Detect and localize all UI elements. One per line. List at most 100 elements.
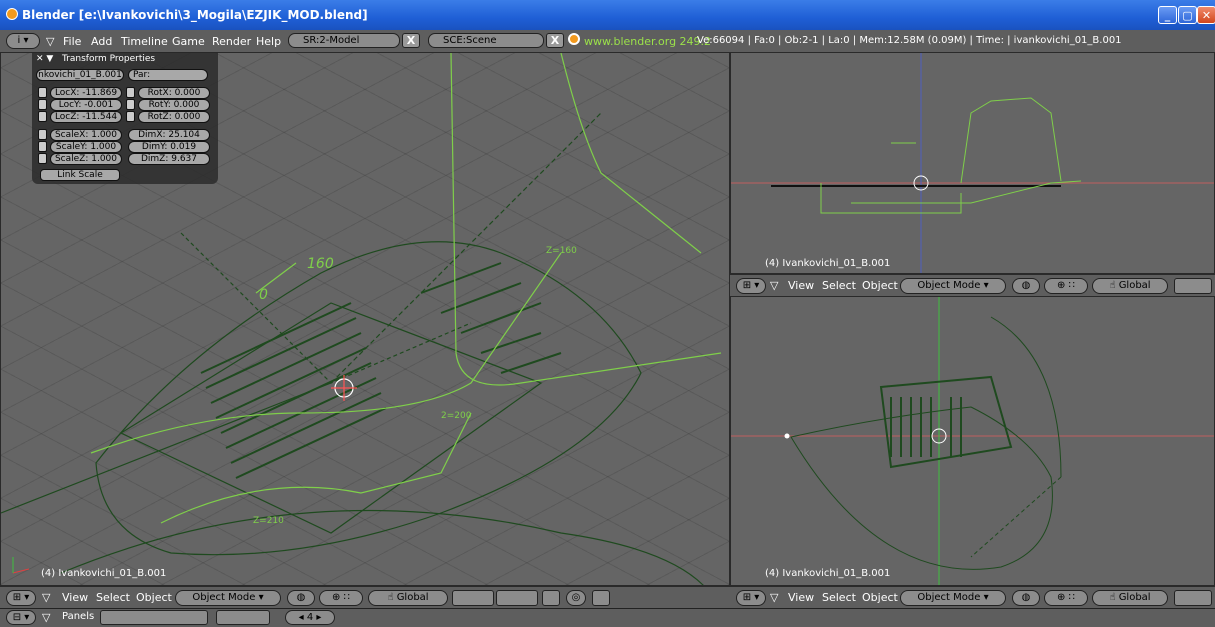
layer-buttons[interactable] [496, 590, 538, 606]
axis-gizmo-icon [12, 557, 30, 574]
proportional-edit-icon[interactable]: ◎ [566, 590, 586, 606]
orientation-selector[interactable]: ☝ Global [1092, 590, 1168, 606]
scene-stats: Ve:66094 | Fa:0 | Ob:2-1 | La:0 | Mem:12… [697, 35, 1122, 46]
buttons-window-header: ⊟ ▾ ▽ Panels ◂ 4 ▸ [0, 608, 1215, 627]
rot-z-field[interactable]: RotZ: 0.000 [138, 111, 210, 123]
collapse-menu-icon[interactable]: ▽ [42, 611, 50, 624]
layer-buttons[interactable] [1174, 590, 1212, 606]
dim-label: Z=160 [546, 246, 577, 256]
draw-type-button[interactable]: ◍ [1012, 590, 1040, 606]
lock-icon[interactable] [38, 111, 47, 122]
dim-label: 0 [259, 287, 268, 303]
editor-type-button[interactable]: ⊟ ▾ [6, 610, 36, 625]
object-label: (4) Ivankovichi_01_B.001 [765, 568, 891, 579]
mode-selector[interactable]: Object Mode ▾ [900, 278, 1006, 294]
menu-help[interactable]: Help [256, 35, 281, 48]
blender-icon [568, 33, 580, 45]
blender-logo-icon [6, 8, 18, 20]
minimize-button[interactable]: _ [1158, 6, 1177, 24]
subcontext-buttons[interactable] [216, 610, 270, 625]
lock-icon[interactable] [38, 153, 47, 164]
scene-selector[interactable]: SCE:Scene [428, 33, 544, 48]
rot-x-field[interactable]: RotX: 0.000 [138, 87, 210, 99]
collapse-menu-icon[interactable]: ▽ [770, 279, 778, 292]
menu-object[interactable]: Object [136, 591, 172, 604]
lock-icon[interactable] [126, 111, 135, 122]
maximize-button[interactable]: ▢ [1178, 6, 1197, 24]
front-wireframe-drawing [731, 53, 1214, 273]
dim-label: 160 [307, 256, 334, 272]
editor-type-button[interactable]: ⊞ ▾ [6, 590, 36, 606]
loc-x-field[interactable]: LocX: -11.869 [50, 87, 122, 99]
mode-selector[interactable]: Object Mode ▾ [900, 590, 1006, 606]
lock-icon[interactable] [542, 590, 560, 606]
screen-selector[interactable]: SR:2-Model [288, 33, 400, 48]
menu-game[interactable]: Game [172, 35, 205, 48]
editor-type-button[interactable]: ⊞ ▾ [736, 590, 766, 606]
main-viewport-header: ⊞ ▾ ▽ View Select Object Object Mode ▾ ◍… [0, 586, 730, 608]
pivot-button[interactable]: ⊕ ∷ [319, 590, 363, 606]
pivot-button[interactable]: ⊕ ∷ [1044, 278, 1088, 294]
link-scale-button[interactable]: Link Scale [40, 169, 120, 181]
pivot-button[interactable]: ⊕ ∷ [1044, 590, 1088, 606]
menu-object[interactable]: Object [862, 591, 898, 604]
layer-buttons[interactable] [1174, 278, 1212, 294]
mode-selector[interactable]: Object Mode ▾ [175, 590, 281, 606]
dim-label: 2=200 [441, 411, 472, 421]
menu-render[interactable]: Render [212, 35, 251, 48]
dim-label: Z=210 [253, 516, 284, 526]
transform-properties-panel: ✕ ▼ Transform Properties nkovichi_01_B.0… [32, 52, 218, 184]
lock-icon[interactable] [38, 87, 47, 98]
collapse-menu-icon[interactable]: ▽ [42, 591, 50, 604]
menu-view[interactable]: View [788, 279, 814, 292]
scale-y-field[interactable]: ScaleY: 1.000 [50, 141, 122, 153]
menu-panels[interactable]: Panels [62, 611, 94, 622]
lock-icon[interactable] [126, 87, 135, 98]
menu-select[interactable]: Select [96, 591, 130, 604]
lock-icon[interactable] [38, 129, 47, 140]
front-viewport[interactable]: (4) Ivankovichi_01_B.001 [730, 52, 1215, 274]
menu-view[interactable]: View [788, 591, 814, 604]
title-bar: Blender [e:\Ivankovichi\3_Mogila\EZJIK_M… [0, 0, 1215, 30]
loc-y-field[interactable]: LocY: -0.001 [50, 99, 122, 111]
dim-z-field[interactable]: DimZ: 9.637 [128, 153, 210, 165]
parent-field[interactable]: Par: [128, 69, 208, 81]
close-button[interactable]: ✕ [1197, 6, 1215, 24]
orientation-selector[interactable]: ☝ Global [368, 590, 448, 606]
draw-type-button[interactable]: ◍ [1012, 278, 1040, 294]
object-name-field[interactable]: nkovichi_01_B.001 [36, 69, 124, 81]
orientation-selector[interactable]: ☝ Global [1092, 278, 1168, 294]
scale-z-field[interactable]: ScaleZ: 1.000 [50, 153, 122, 165]
context-buttons[interactable] [100, 610, 208, 625]
top-wireframe-drawing [731, 297, 1214, 585]
collapse-menu-icon[interactable]: ▽ [46, 35, 54, 48]
panel-close-icon[interactable]: ✕ ▼ [36, 54, 53, 64]
dim-x-field[interactable]: DimX: 25.104 [128, 129, 210, 141]
collapse-menu-icon[interactable]: ▽ [770, 591, 778, 604]
lock-icon[interactable] [38, 99, 47, 110]
delete-scene-button[interactable]: X [546, 33, 564, 48]
dim-y-field[interactable]: DimY: 0.019 [128, 141, 210, 153]
scale-x-field[interactable]: ScaleX: 1.000 [50, 129, 122, 141]
panel-title: Transform Properties [62, 54, 156, 64]
menu-add[interactable]: Add [91, 35, 112, 48]
editor-type-button[interactable]: ⊞ ▾ [736, 278, 766, 294]
delete-screen-button[interactable]: X [402, 33, 420, 48]
front-viewport-header: ⊞ ▾ ▽ View Select Object Object Mode ▾ ◍… [730, 274, 1215, 296]
lock-icon[interactable] [38, 141, 47, 152]
loc-z-field[interactable]: LocZ: -11.544 [50, 111, 122, 123]
layer-buttons[interactable] [452, 590, 494, 606]
draw-type-button[interactable]: ◍ [287, 590, 315, 606]
menu-select[interactable]: Select [822, 279, 856, 292]
menu-view[interactable]: View [62, 591, 88, 604]
menu-file[interactable]: File [63, 35, 81, 48]
menu-select[interactable]: Select [822, 591, 856, 604]
menu-object[interactable]: Object [862, 279, 898, 292]
rot-y-field[interactable]: RotY: 0.000 [138, 99, 210, 111]
menu-timeline[interactable]: Timeline [121, 35, 168, 48]
lock-icon[interactable] [126, 99, 135, 110]
render-preview-icon[interactable] [592, 590, 610, 606]
info-editor-button[interactable]: i ▾ [6, 33, 40, 49]
top-viewport[interactable]: (4) Ivankovichi_01_B.001 [730, 296, 1215, 586]
frame-field[interactable]: ◂ 4 ▸ [285, 610, 335, 625]
